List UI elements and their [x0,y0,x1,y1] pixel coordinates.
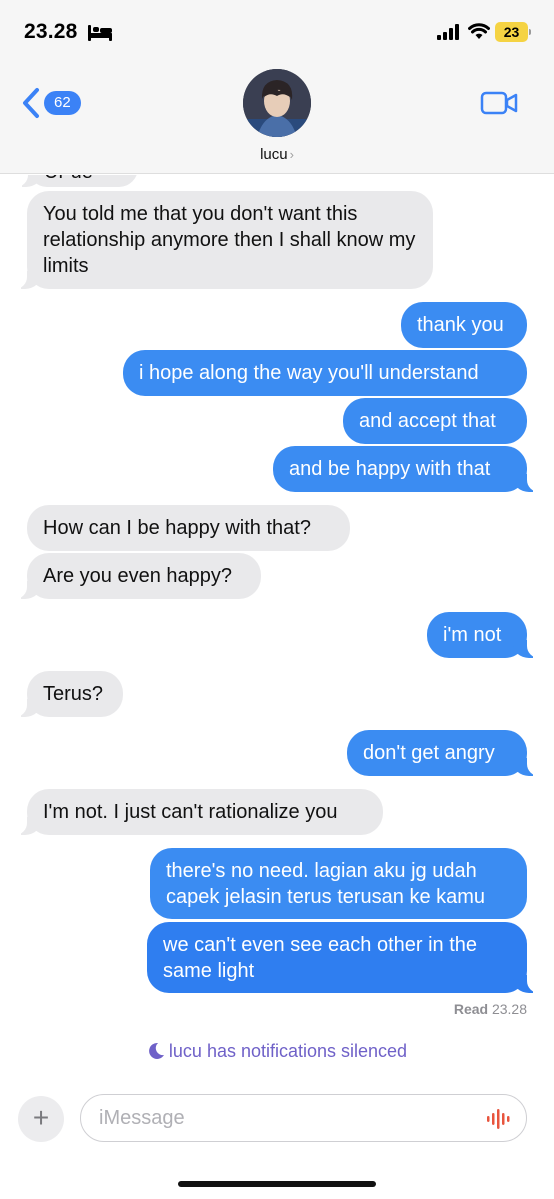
message-outgoing[interactable]: don't get angry [347,730,553,776]
notice-text: lucu has notifications silenced [168,1041,408,1061]
message-incoming[interactable]: Terus? [1,671,123,717]
message-incoming[interactable]: You told me that you don't want this rel… [1,191,433,289]
conversation-header: 62 lucu › [0,62,554,174]
notifications-silenced-notice: lucu has notifications silenced [0,1041,554,1062]
message-outgoing[interactable]: there's no need. lagian aku jg udah cape… [150,848,527,919]
back-chevron-icon [23,88,39,118]
unread-count-badge: 62 [44,91,81,115]
apps-plus-button[interactable]: + [18,1096,64,1142]
battery-indicator: 23 [495,22,531,42]
message-incoming[interactable]: I'm not. I just can't rationalize you [1,789,383,835]
avatar[interactable] [243,69,311,137]
message-incoming[interactable]: How can I be happy with that? [27,505,350,551]
status-bar: 23.28 23 [0,0,554,62]
contact-name: lucu [260,146,288,163]
home-indicator[interactable] [178,1181,376,1187]
video-call-icon[interactable] [480,90,518,116]
read-receipt: Read 23.28 [454,1001,527,1017]
message-outgoing[interactable]: and accept that [343,398,527,444]
message-incoming[interactable]: Ur ue [2,175,138,187]
message-outgoing[interactable]: and be happy with that [273,446,553,492]
read-label: Read [453,1001,489,1017]
moon-icon [149,1042,164,1059]
bed-icon [88,25,112,41]
back-button[interactable]: 62 [20,86,81,120]
contact-name-button[interactable]: lucu › [0,146,554,163]
message-outgoing[interactable]: i hope along the way you'll understand [123,350,527,396]
message-input-placeholder: iMessage [99,1107,185,1129]
status-time: 23.28 [24,20,78,43]
wifi-icon [468,23,490,39]
chevron-right-icon: › [289,147,294,162]
audio-waveform-icon[interactable] [486,1108,510,1130]
message-input[interactable]: iMessage [80,1094,527,1142]
message-outgoing[interactable]: we can't even see each other in the same… [147,922,553,993]
message-thread[interactable]: Ur ue You told me that you don't want th… [0,175,554,1080]
message-outgoing[interactable]: i'm not [427,612,553,658]
plus-icon: + [32,1102,50,1133]
message-incoming[interactable]: Are you even happy? [1,553,261,599]
signal-icon [437,24,459,40]
read-time: 23.28 [491,1001,527,1017]
message-outgoing[interactable]: thank you [401,302,527,348]
battery-level: 23 [503,24,520,40]
